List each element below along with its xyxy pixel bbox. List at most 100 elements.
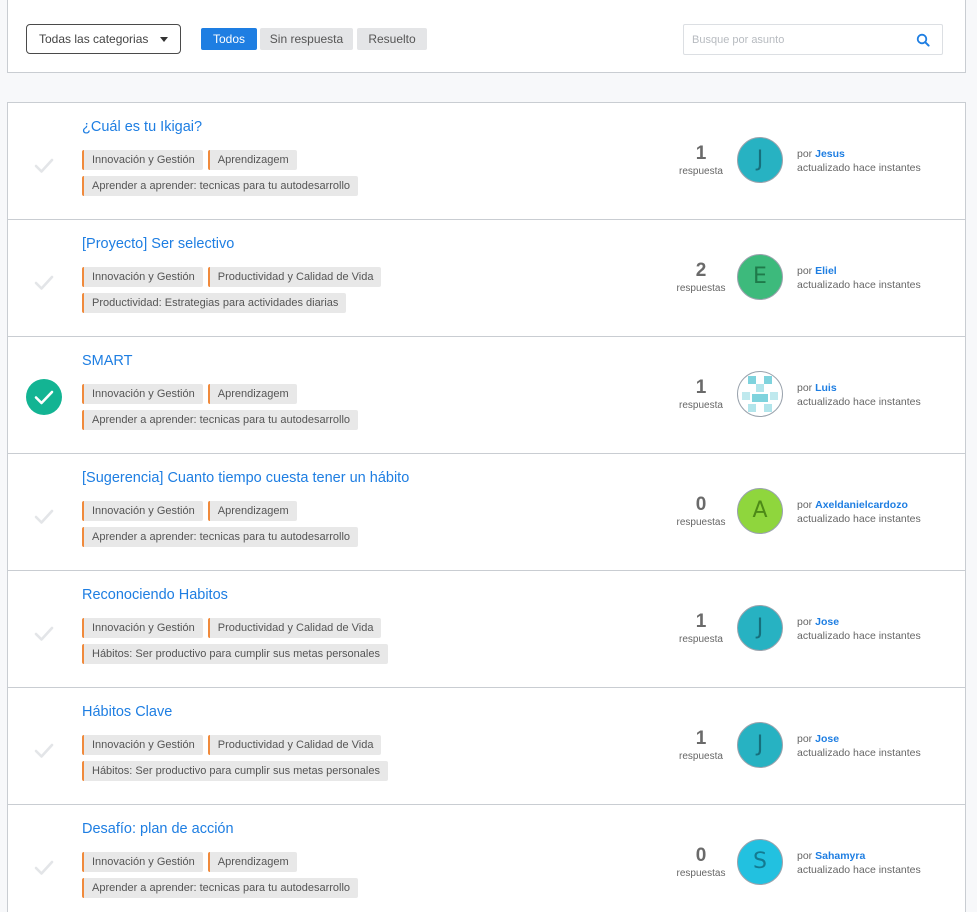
topic-meta: por Axeldanielcardozo actualizado hace i…: [797, 498, 921, 526]
avatar-letter: E: [753, 264, 767, 289]
search-icon[interactable]: [916, 33, 930, 47]
tag-row: Aprender a aprender: tecnicas para tu au…: [82, 176, 602, 196]
topic-tag[interactable]: Innovación y Gestión: [82, 384, 203, 404]
filter-bar: Todas las categorias Todos Sin respuesta…: [7, 0, 966, 73]
avatar-letter: J: [756, 732, 764, 757]
topic-tag[interactable]: Hábitos: Ser productivo para cumplir sus…: [82, 644, 388, 664]
updated-time: actualizado hace instantes: [797, 630, 921, 642]
topic-title[interactable]: SMART: [82, 353, 133, 369]
search-input[interactable]: [684, 25, 904, 54]
topic-tag[interactable]: Innovación y Gestión: [82, 852, 203, 872]
reply-count-number: 1: [695, 377, 707, 398]
topic-tag[interactable]: Aprender a aprender: tecnicas para tu au…: [82, 527, 359, 547]
topic-tag[interactable]: Innovación y Gestión: [82, 501, 203, 521]
by-prefix: por: [797, 382, 813, 394]
filter-tab-unanswered[interactable]: Sin respuesta: [260, 28, 353, 50]
reply-count: 1 respuesta: [668, 611, 734, 647]
reply-count-label: respuestas: [676, 868, 726, 879]
author-link[interactable]: Jose: [815, 733, 839, 745]
topic-tag[interactable]: Productividad y Calidad de Vida: [207, 267, 382, 287]
topic-meta: por Jose actualizado hace instantes: [797, 732, 921, 760]
topic-tag[interactable]: Hábitos: Ser productivo para cumplir sus…: [82, 761, 388, 781]
topic-tag[interactable]: Productividad: Estrategias para activida…: [82, 293, 347, 313]
author-link[interactable]: Sahamyra: [815, 850, 865, 862]
avatar[interactable]: J: [737, 605, 783, 651]
topic-tag[interactable]: Productividad y Calidad de Vida: [207, 618, 382, 638]
tag-row: Aprender a aprender: tecnicas para tu au…: [82, 527, 602, 547]
topic-row[interactable]: SMART Innovación y Gestión Aprendizagem A…: [8, 337, 965, 454]
identicon-icon: [742, 376, 778, 412]
topic-row[interactable]: Desafío: plan de acción Innovación y Ges…: [8, 805, 965, 912]
topic-title[interactable]: [Proyecto] Ser selectivo: [82, 236, 234, 252]
topic-meta: por Eliel actualizado hace instantes: [797, 264, 921, 292]
filter-tab-resolved[interactable]: Resuelto: [357, 28, 427, 50]
unsolved-check-icon: [27, 149, 61, 183]
author-link[interactable]: Eliel: [815, 265, 837, 277]
reply-count: 2 respuestas: [668, 260, 734, 296]
reply-count-number: 0: [695, 845, 707, 866]
topic-row[interactable]: ¿Cuál es tu Ikigai? Innovación y Gestión…: [8, 103, 965, 220]
avatar[interactable]: E: [737, 254, 783, 300]
avatar[interactable]: [737, 371, 783, 417]
reply-count: 1 respuesta: [668, 728, 734, 764]
topic-meta: por Sahamyra actualizado hace instantes: [797, 849, 921, 877]
reply-count-number: 1: [695, 611, 707, 632]
topic-tag[interactable]: Aprender a aprender: tecnicas para tu au…: [82, 878, 359, 898]
topic-tag[interactable]: Innovación y Gestión: [82, 618, 203, 638]
topic-row[interactable]: Hábitos Clave Innovación y Gestión Produc…: [8, 688, 965, 805]
topic-tag[interactable]: Innovación y Gestión: [82, 267, 203, 287]
tag-row: Productividad: Estrategias para activida…: [82, 293, 602, 313]
author-link[interactable]: Axeldanielcardozo: [815, 499, 908, 511]
by-prefix: por: [797, 850, 813, 862]
topic-title[interactable]: Desafío: plan de acción: [82, 821, 234, 837]
topic-title[interactable]: Hábitos Clave: [82, 704, 172, 720]
topic-tag[interactable]: Productividad y Calidad de Vida: [207, 735, 382, 755]
tag-row: Innovación y Gestión Aprendizagem: [82, 384, 602, 404]
reply-count-number: 2: [695, 260, 707, 281]
topic-tag[interactable]: Aprendizagem: [207, 150, 297, 170]
topic-row[interactable]: Reconociendo Habitos Innovación y Gestió…: [8, 571, 965, 688]
topic-tag[interactable]: Innovación y Gestión: [82, 150, 203, 170]
avatar-letter: J: [756, 147, 764, 172]
topic-tag[interactable]: Aprendizagem: [207, 501, 297, 521]
reply-count-number: 0: [695, 494, 707, 515]
filter-tab-all[interactable]: Todos: [201, 28, 257, 50]
tag-row: Hábitos: Ser productivo para cumplir sus…: [82, 644, 602, 664]
tag-row: Innovación y Gestión Productividad y Cali…: [82, 618, 602, 638]
topic-tag[interactable]: Aprendizagem: [207, 852, 297, 872]
reply-count-number: 1: [695, 143, 707, 164]
search-box: [683, 24, 943, 55]
unsolved-check-icon: [27, 266, 61, 300]
avatar-letter: S: [753, 849, 767, 874]
topic-row[interactable]: [Proyecto] Ser selectivo Innovación y Ge…: [8, 220, 965, 337]
tag-row: Aprender a aprender: tecnicas para tu au…: [82, 410, 602, 430]
avatar[interactable]: S: [737, 839, 783, 885]
reply-count: 0 respuestas: [668, 494, 734, 530]
reply-count-number: 1: [695, 728, 707, 749]
avatar[interactable]: J: [737, 137, 783, 183]
topic-row[interactable]: [Sugerencia] Cuanto tiempo cuesta tener …: [8, 454, 965, 571]
topic-tag[interactable]: Aprender a aprender: tecnicas para tu au…: [82, 176, 359, 196]
category-select[interactable]: Todas las categorias: [26, 24, 181, 54]
reply-count-label: respuesta: [679, 634, 723, 645]
avatar[interactable]: J: [737, 722, 783, 768]
topic-tag[interactable]: Aprendizagem: [207, 384, 297, 404]
topic-meta: por Luis actualizado hace instantes: [797, 381, 921, 409]
by-prefix: por: [797, 733, 813, 745]
author-link[interactable]: Jesus: [815, 148, 845, 160]
topic-tag[interactable]: Innovación y Gestión: [82, 735, 203, 755]
topic-title[interactable]: [Sugerencia] Cuanto tiempo cuesta tener …: [82, 470, 409, 486]
topic-tags: Innovación y Gestión Aprendizagem Aprende…: [82, 501, 602, 553]
topic-title[interactable]: ¿Cuál es tu Ikigai?: [82, 119, 202, 135]
topic-title[interactable]: Reconociendo Habitos: [82, 587, 228, 603]
updated-time: actualizado hace instantes: [797, 279, 921, 291]
reply-count: 1 respuesta: [668, 377, 734, 413]
topic-tag[interactable]: Aprender a aprender: tecnicas para tu au…: [82, 410, 359, 430]
updated-time: actualizado hace instantes: [797, 396, 921, 408]
author-link[interactable]: Jose: [815, 616, 839, 628]
topic-tags: Innovación y Gestión Productividad y Cali…: [82, 267, 602, 319]
avatar[interactable]: A: [737, 488, 783, 534]
author-link[interactable]: Luis: [815, 382, 837, 394]
topic-tags: Innovación y Gestión Aprendizagem Aprende…: [82, 852, 602, 904]
updated-time: actualizado hace instantes: [797, 513, 921, 525]
